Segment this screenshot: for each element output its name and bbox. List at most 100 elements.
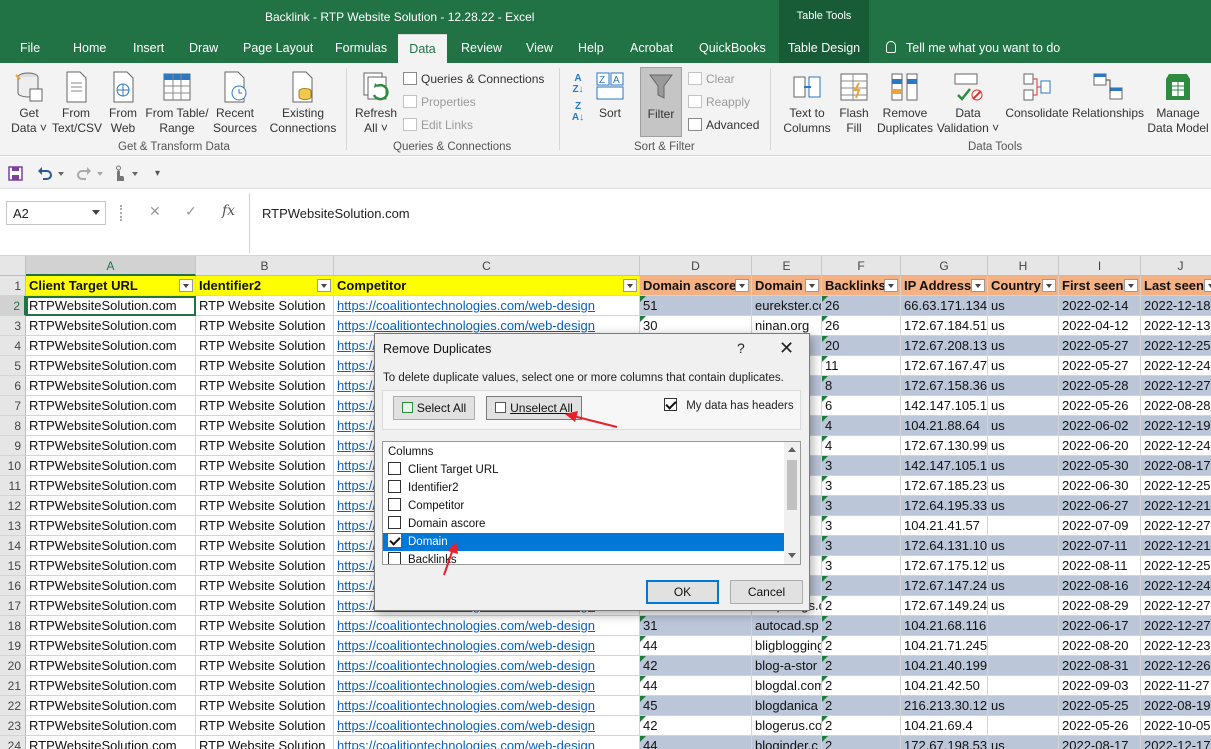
table-cell[interactable]: us	[988, 456, 1059, 476]
table-cell[interactable]: 3	[822, 496, 901, 516]
scrollbar-thumb[interactable]	[787, 460, 797, 510]
table-cell[interactable]: RTP Website Solution	[196, 416, 334, 436]
row-header-1[interactable]: 1	[0, 276, 26, 296]
table-cell[interactable]: 2022-05-25	[1059, 696, 1141, 716]
table-cell[interactable]: RTP Website Solution	[196, 676, 334, 696]
table-cell[interactable]: RTPWebsiteSolution.com	[26, 676, 196, 696]
table-cell[interactable]: 42	[640, 716, 752, 736]
table-cell[interactable]: 2022-05-30	[1059, 456, 1141, 476]
table-cell[interactable]: 44	[640, 636, 752, 656]
consolidate-button[interactable]: Consolidate	[1004, 71, 1070, 121]
flash-fill-button[interactable]: Flash Fill	[836, 71, 872, 136]
table-cell[interactable]: 104.21.68.116	[901, 616, 988, 636]
table-cell[interactable]: RTP Website Solution	[196, 716, 334, 736]
tab-data[interactable]: Data	[398, 34, 447, 63]
table-cell[interactable]: RTPWebsiteSolution.com	[26, 396, 196, 416]
table-cell[interactable]: 2022-12-24	[1141, 356, 1211, 376]
table-cell[interactable]: 2022-06-30	[1059, 476, 1141, 496]
table-cell[interactable]: RTP Website Solution	[196, 316, 334, 336]
tab-table-design[interactable]: Table Design	[779, 34, 869, 63]
table-cell[interactable]: 66.63.171.134	[901, 296, 988, 316]
row-header-3[interactable]: 3	[0, 316, 26, 336]
table-cell[interactable]: us	[988, 736, 1059, 749]
checkbox-icon[interactable]	[388, 516, 401, 529]
refresh-all-button[interactable]: Refresh All ˅	[352, 71, 400, 136]
table-cell[interactable]: RTP Website Solution	[196, 636, 334, 656]
column-header-d[interactable]: D	[640, 256, 752, 276]
unselect-all-button[interactable]: Unselect All	[486, 396, 582, 420]
table-cell[interactable]: 104.21.69.4	[901, 716, 988, 736]
table-cell[interactable]: us	[988, 476, 1059, 496]
table-cell[interactable]: https://coalitiontechnologies.com/web-de…	[334, 616, 640, 636]
table-cell[interactable]: bligblogging	[752, 636, 822, 656]
table-cell[interactable]: RTP Website Solution	[196, 456, 334, 476]
table-cell[interactable]: RTPWebsiteSolution.com	[26, 496, 196, 516]
tab-insert[interactable]: Insert	[129, 34, 168, 63]
table-cell[interactable]: RTPWebsiteSolution.com	[26, 656, 196, 676]
table-cell[interactable]: 2022-08-31	[1059, 656, 1141, 676]
insert-function-icon[interactable]: fx	[222, 203, 235, 219]
table-cell[interactable]: 172.67.130.99	[901, 436, 988, 456]
table-cell[interactable]: 2022-12-21	[1141, 496, 1211, 516]
table-cell[interactable]: 2022-06-02	[1059, 416, 1141, 436]
close-icon[interactable]: ✕	[779, 338, 794, 359]
touch-mode-icon[interactable]	[112, 165, 126, 182]
table-cell[interactable]: 3	[822, 556, 901, 576]
table-cell[interactable]: 44	[640, 676, 752, 696]
table-cell[interactable]: 2022-12-27	[1141, 516, 1211, 536]
table-cell[interactable]: https://coalitiontechnologies.com/web-de…	[334, 736, 640, 749]
filter-dropdown-icon[interactable]	[1042, 279, 1056, 292]
table-cell[interactable]: us	[988, 536, 1059, 556]
table-cell[interactable]: 2022-08-20	[1059, 636, 1141, 656]
row-header-11[interactable]: 11	[0, 476, 26, 496]
row-header-5[interactable]: 5	[0, 356, 26, 376]
table-cell[interactable]: 2022-12-13	[1141, 316, 1211, 336]
table-cell[interactable]: 2022-11-27	[1141, 676, 1211, 696]
table-cell[interactable]: RTP Website Solution	[196, 476, 334, 496]
table-cell[interactable]: 142.147.105.19	[901, 456, 988, 476]
table-cell[interactable]: RTPWebsiteSolution.com	[26, 456, 196, 476]
row-header-14[interactable]: 14	[0, 536, 26, 556]
table-cell[interactable]: 2022-08-28	[1141, 396, 1211, 416]
redo-icon[interactable]	[76, 166, 92, 181]
table-cell[interactable]: RTP Website Solution	[196, 556, 334, 576]
table-cell[interactable]: us	[988, 416, 1059, 436]
row-header-20[interactable]: 20	[0, 656, 26, 676]
table-cell[interactable]: RTP Website Solution	[196, 736, 334, 749]
tab-acrobat[interactable]: Acrobat	[626, 34, 677, 63]
table-cell[interactable]: autocad.sp	[752, 616, 822, 636]
table-header-cell[interactable]: Last seen	[1141, 276, 1211, 296]
table-cell[interactable]: RTP Website Solution	[196, 356, 334, 376]
tab-home[interactable]: Home	[69, 34, 110, 63]
table-cell[interactable]: 2022-12-17	[1141, 736, 1211, 749]
checkbox-icon[interactable]	[388, 462, 401, 475]
table-cell[interactable]: 2022-06-20	[1059, 436, 1141, 456]
filter-dropdown-icon[interactable]	[735, 279, 749, 292]
table-cell[interactable]: 172.67.208.139	[901, 336, 988, 356]
table-cell[interactable]: us	[988, 436, 1059, 456]
table-cell[interactable]: 2	[822, 576, 901, 596]
table-cell[interactable]: 2022-12-27	[1141, 596, 1211, 616]
table-cell[interactable]: 3	[822, 536, 901, 556]
column-option-competitor[interactable]: Competitor	[383, 497, 786, 515]
table-cell[interactable]: https://coalitiontechnologies.com/web-de…	[334, 696, 640, 716]
help-icon[interactable]: ?	[737, 340, 745, 356]
get-data-button[interactable]: Get Data ˅	[6, 71, 52, 136]
table-cell[interactable]: 172.67.147.24	[901, 576, 988, 596]
table-cell[interactable]: RTPWebsiteSolution.com	[26, 316, 196, 336]
table-cell[interactable]: 172.67.158.36	[901, 376, 988, 396]
table-cell[interactable]: 2	[822, 716, 901, 736]
customize-qat-icon[interactable]: ▾	[155, 168, 160, 179]
table-cell[interactable]: 2022-12-27	[1141, 616, 1211, 636]
filter-dropdown-icon[interactable]	[1204, 279, 1211, 292]
table-header-cell[interactable]: IP Address	[901, 276, 988, 296]
table-cell[interactable]: 2022-12-27	[1141, 376, 1211, 396]
table-cell[interactable]: 172.67.184.51	[901, 316, 988, 336]
table-cell[interactable]: 2	[822, 636, 901, 656]
table-cell[interactable]: us	[988, 556, 1059, 576]
table-cell[interactable]: 172.67.185.234	[901, 476, 988, 496]
table-cell[interactable]: us	[988, 376, 1059, 396]
competitor-link[interactable]: https://coalitiontechnologies.com/web-de…	[337, 738, 595, 749]
row-header-10[interactable]: 10	[0, 456, 26, 476]
table-cell[interactable]: us	[988, 576, 1059, 596]
